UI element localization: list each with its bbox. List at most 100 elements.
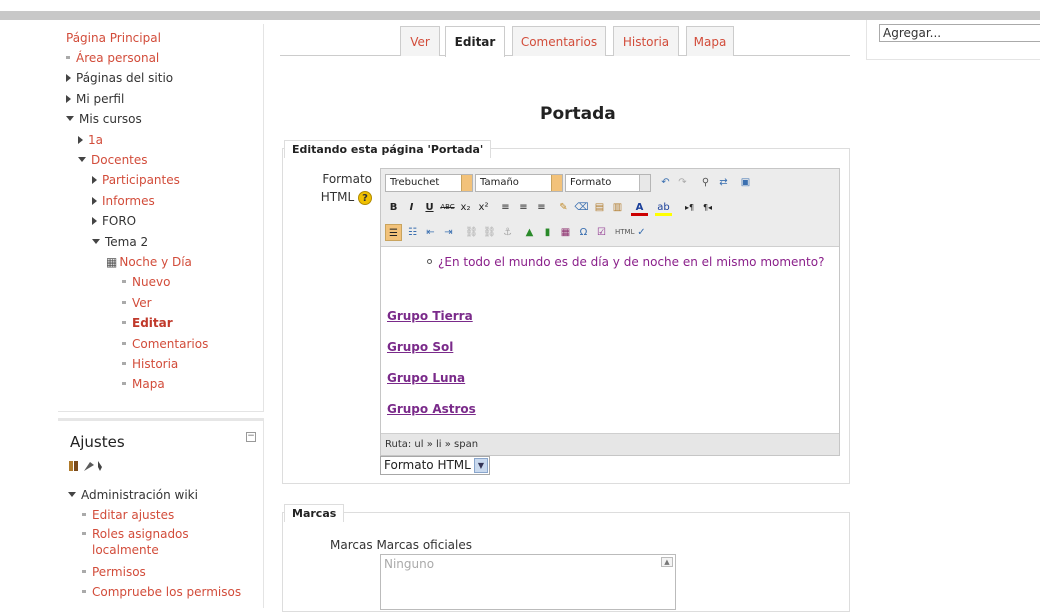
collapsed-triangle-icon (92, 176, 97, 185)
nav-item[interactable]: 1a (78, 132, 103, 148)
special-char-icon[interactable]: Ω (575, 224, 592, 241)
nav-item[interactable]: Historia (122, 356, 178, 372)
paste-word-icon[interactable]: ▥ (609, 199, 626, 216)
nav-item[interactable]: Mis cursos (66, 111, 142, 127)
format-block-select[interactable]: Formato (565, 174, 651, 192)
top-bar (0, 11, 1040, 20)
html-editor: Trebuchet Tamaño Formato ↶ ↷ ⚲ ⇄ ▣ B I U… (380, 168, 840, 456)
nav-item[interactable]: Participantes (92, 172, 180, 188)
group-link-tierra[interactable]: Grupo Tierra (387, 309, 473, 323)
admin-wiki-node[interactable]: Administración wiki (68, 487, 198, 503)
scroll-up-icon[interactable]: ▲ (661, 557, 673, 567)
nav-item[interactable]: Nuevo (122, 274, 170, 290)
nav-item[interactable]: ▦ Noche y Día (106, 254, 192, 270)
expanded-triangle-icon (68, 492, 76, 497)
tab-ver[interactable]: Ver (400, 26, 440, 56)
editor-path-bar: Ruta: ul » li » span (381, 433, 839, 455)
nav-item[interactable]: Informes (92, 193, 155, 209)
spellcheck-icon[interactable]: ✓ (633, 224, 650, 241)
expanded-triangle-icon (92, 238, 100, 244)
bullet-list-icon[interactable]: ☰ (385, 224, 402, 241)
dropdown-arrow-icon (639, 175, 650, 191)
underline-icon[interactable]: U (421, 199, 438, 216)
nav-item[interactable]: Mapa (122, 376, 165, 392)
numbered-list-icon[interactable]: ☷ (404, 224, 421, 241)
media-icon[interactable]: ▮ (539, 224, 556, 241)
paste-text-icon[interactable]: ▤ (591, 199, 608, 216)
settings-icons (69, 461, 102, 471)
font-size-select[interactable]: Tamaño (475, 174, 563, 192)
add-block-select[interactable]: Agregar... (879, 24, 1040, 42)
expanded-triangle-icon (78, 157, 86, 162)
text-format-select[interactable]: Formato HTML ▼ (380, 456, 490, 475)
undo-icon[interactable]: ↶ (657, 174, 674, 191)
replace-icon[interactable]: ⇄ (715, 174, 732, 191)
bullet-icon (122, 321, 126, 325)
settings-item-permissions[interactable]: Permisos (82, 564, 146, 580)
group-link-astros[interactable]: Grupo Astros (387, 402, 476, 416)
bullet-icon (122, 382, 126, 386)
tab-mapa[interactable]: Mapa (686, 26, 734, 56)
nav-item[interactable]: Editar (122, 315, 173, 331)
page-title: Portada (540, 104, 616, 124)
nav-item[interactable]: Docentes (78, 152, 148, 168)
bullet-icon (82, 513, 86, 516)
help-icon[interactable]: ? (358, 191, 372, 205)
nav-item[interactable]: Mi perfil (66, 91, 124, 107)
nav-home-link[interactable]: Página Principal (66, 30, 161, 46)
fullscreen-icon[interactable]: ▣ (737, 174, 754, 191)
nav-item[interactable]: Comentarios (122, 336, 208, 352)
link-icon[interactable]: ⛓ (463, 224, 480, 241)
editor-content[interactable]: ¿En todo el mundo es de día y de noche e… (381, 247, 839, 433)
tags-textarea[interactable]: Ninguno ▲ (380, 554, 676, 610)
collapse-icon[interactable]: − (246, 432, 256, 442)
text-color-icon[interactable]: A (631, 199, 648, 216)
emoticon-icon[interactable]: ☑ (593, 224, 610, 241)
font-family-select[interactable]: Trebuchet (385, 174, 473, 192)
nav-item[interactable]: Páginas del sitio (66, 70, 173, 86)
anchor-icon[interactable]: ⚓ (499, 224, 516, 241)
nav-item[interactable]: FORO (92, 213, 136, 229)
bullet-icon (122, 362, 126, 365)
redo-icon[interactable]: ↷ (674, 174, 691, 191)
image-icon[interactable]: ▲ (521, 224, 538, 241)
superscript-icon[interactable]: x² (475, 199, 492, 216)
bullet-icon (82, 570, 86, 573)
clean-format-icon[interactable]: ✎ (555, 199, 572, 216)
bold-icon[interactable]: B (385, 199, 402, 216)
add-block-panel: Agregar... (866, 20, 1040, 60)
dropdown-arrow-icon (461, 175, 472, 191)
settings-item-roles[interactable]: Roles asignados localmente (82, 526, 212, 558)
tab-editar[interactable]: Editar (445, 26, 505, 57)
tab-comentarios[interactable]: Comentarios (512, 26, 606, 56)
align-left-icon[interactable]: ≡ (497, 199, 514, 216)
nav-item[interactable]: Ver (122, 295, 152, 311)
tab-historia[interactable]: Historia (613, 26, 679, 56)
highlight-color-icon[interactable]: ab (655, 199, 672, 216)
rtl-icon[interactable]: ¶◂ (699, 199, 716, 216)
settings-item-edit[interactable]: Editar ajustes (82, 507, 174, 523)
outdent-icon[interactable]: ⇤ (422, 224, 439, 241)
group-link-sol[interactable]: Grupo Sol (387, 340, 453, 354)
subscript-icon[interactable]: x₂ (457, 199, 474, 216)
tags-legend: Marcas (284, 504, 345, 522)
ltr-icon[interactable]: ▸¶ (681, 199, 698, 216)
italic-icon[interactable]: I (403, 199, 420, 216)
table-icon[interactable]: ▦ (557, 224, 574, 241)
settings-block: Ajustes − Administración wiki Editar aju… (58, 418, 264, 608)
eraser-icon[interactable]: ⌫ (573, 199, 590, 216)
indent-icon[interactable]: ⇥ (440, 224, 457, 241)
collapsed-triangle-icon (92, 217, 97, 226)
html-source-icon[interactable]: HTML (615, 224, 634, 241)
group-link-luna[interactable]: Grupo Luna (387, 371, 465, 385)
find-icon[interactable]: ⚲ (697, 174, 714, 191)
unlink-icon[interactable]: ⛓ (481, 224, 498, 241)
nav-item[interactable]: Área personal (66, 50, 159, 66)
settings-item-check-permissions[interactable]: Compruebe los permisos (82, 584, 241, 600)
bullet-icon (66, 56, 70, 59)
nav-item[interactable]: Tema 2 (92, 234, 148, 250)
collapsed-triangle-icon (66, 74, 71, 83)
align-right-icon[interactable]: ≡ (533, 199, 550, 216)
align-center-icon[interactable]: ≡ (515, 199, 532, 216)
strikethrough-icon[interactable]: ABC (439, 199, 456, 216)
